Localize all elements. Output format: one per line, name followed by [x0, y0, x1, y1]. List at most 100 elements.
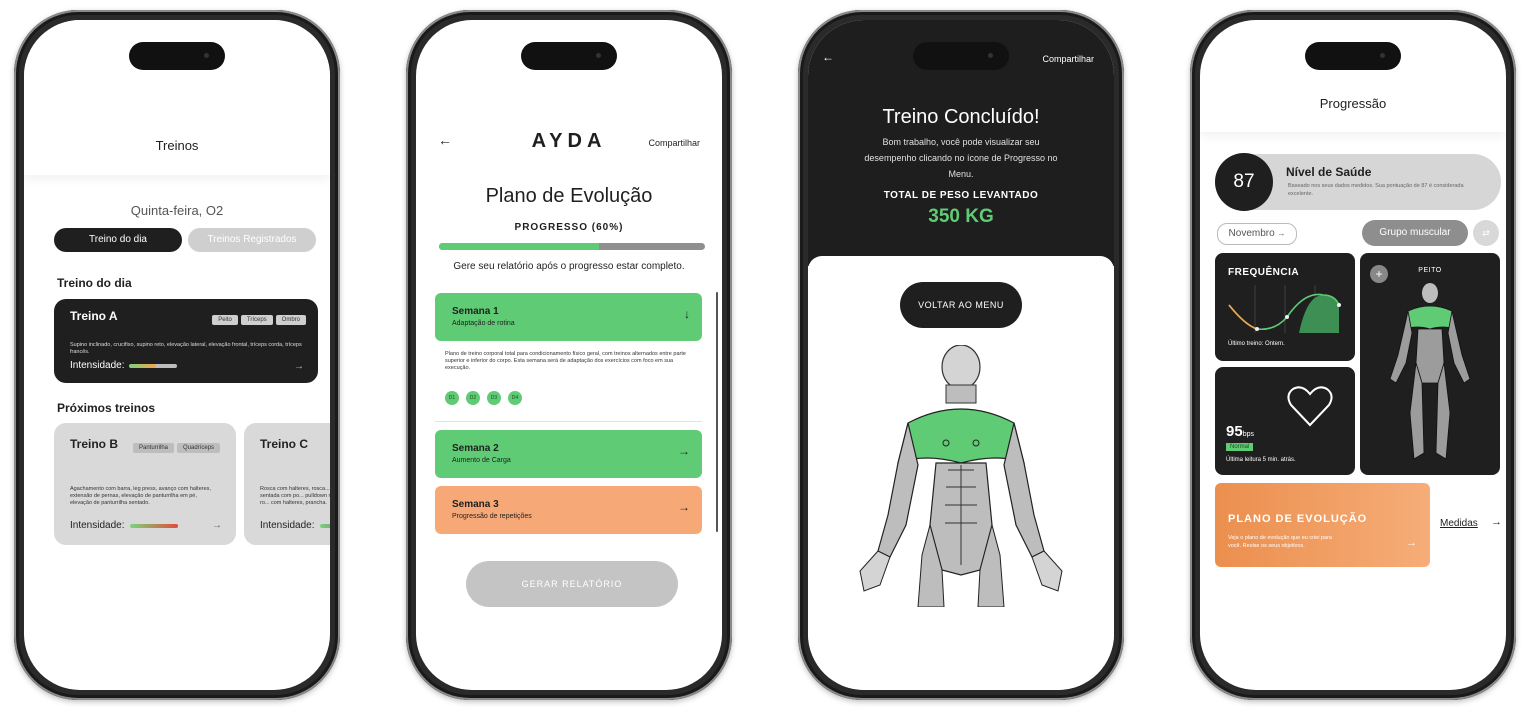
week-title: Semana 2	[452, 443, 499, 454]
mini-right-arm	[1447, 310, 1471, 384]
status-badge: Normal	[1226, 443, 1254, 451]
generate-report-button[interactable]: GERAR RELATÓRIO	[466, 561, 678, 607]
month-selector[interactable]: Novembro →	[1217, 223, 1297, 245]
week-2-card[interactable]: Semana 2 Aumento de Carga →	[435, 430, 702, 478]
tag: Ombro	[275, 315, 306, 325]
page-title: Progressão	[1319, 96, 1387, 111]
muscle-body-mini	[1389, 283, 1471, 460]
share-link[interactable]: Compartilhar	[1042, 54, 1094, 64]
week-subtitle: Aumento de Carga	[452, 457, 511, 464]
bpm-number: 95	[1226, 423, 1243, 440]
week-1-card[interactable]: Semana 1 Adaptação de rotina ↓	[435, 293, 702, 341]
frequency-area	[1299, 295, 1339, 333]
day-chip[interactable]: D1	[445, 391, 459, 405]
share-link[interactable]: Compartilhar	[648, 138, 700, 148]
muscle-group-button[interactable]: Grupo muscular	[1362, 220, 1468, 246]
tab-treino-do-dia[interactable]: Treino do dia	[54, 228, 182, 252]
last-reading: Última leitura 5 min. atrás.	[1226, 457, 1296, 463]
section-title-today: Treino do dia	[57, 276, 132, 290]
total-label: TOTAL DE PESO LEVANTADO	[883, 190, 1039, 201]
bpm-unit: bps	[1242, 431, 1254, 438]
arrow-right-icon: →	[212, 520, 222, 531]
scrollbar[interactable]	[716, 292, 718, 532]
dynamic-island	[521, 42, 617, 70]
phone-treinos: Treinos Quinta-feira, O2 Treino do dia T…	[14, 10, 340, 700]
progress-bar	[439, 243, 705, 250]
back-arrow-icon[interactable]: ←	[822, 50, 834, 64]
date-label: Quinta-feira, O2	[130, 203, 224, 218]
frequency-tile[interactable]: FREQUÊNCIA Último treino: Ontem.	[1215, 253, 1355, 361]
progress-hint: Gere seu relatório após o progresso esta…	[453, 261, 685, 272]
day-chip[interactable]: D3	[487, 391, 501, 405]
data-point	[1255, 327, 1259, 331]
workout-name: Treino A	[70, 309, 118, 323]
divider	[435, 421, 702, 422]
phone-progressao: Progressão 87 Nível de Saúde Baseado nos…	[1190, 10, 1516, 700]
chest-shoulders-highlight	[897, 408, 1025, 464]
data-point	[1285, 315, 1289, 319]
workout-card-c[interactable]: Treino C Rosca com halteres, rosca... re…	[244, 423, 330, 545]
workout-description: Supino inclinado, crucifixo, supino reto…	[70, 342, 302, 355]
health-score: 87	[1215, 153, 1273, 211]
arrow-right-icon: →	[1277, 229, 1286, 238]
intensity-label: Intensidade:	[260, 520, 315, 531]
body-neck	[945, 384, 977, 404]
week-3-card[interactable]: Semana 3 Progressão de repetições →	[435, 486, 702, 534]
mini-head	[1422, 283, 1438, 303]
day-chip[interactable]: D4	[508, 391, 522, 405]
progress-fill	[439, 243, 599, 250]
heart-rate-tile[interactable]: 95bps Normal Última leitura 5 min. atrás…	[1215, 367, 1355, 475]
workout-card-b[interactable]: Treino B Panturrilha Quadríceps Agachamen…	[54, 423, 236, 545]
back-to-menu-button[interactable]: VOLTAR AO MENU	[900, 282, 1022, 328]
arrow-right-icon: →	[678, 500, 690, 514]
workout-name: Treino C	[260, 437, 309, 451]
arrow-right-icon: →	[1491, 516, 1502, 528]
page-title: Plano de Evolução	[485, 185, 653, 207]
body-head	[941, 345, 981, 390]
tag: Peito	[212, 315, 238, 325]
page-title: Treinos	[155, 138, 199, 153]
arrow-right-icon: →	[294, 361, 304, 372]
day-chip[interactable]: D2	[466, 391, 480, 405]
workout-card-a[interactable]: Treino A Peito Tríceps Ombro Supino inclin…	[54, 299, 318, 383]
section-title-next: Próximos treinos	[57, 401, 156, 415]
bpm-value: 95bps	[1226, 423, 1254, 440]
health-description: Baseado nos seus dados medidos. Sua pont…	[1288, 183, 1464, 197]
month-label: Novembro	[1228, 228, 1275, 239]
frequency-line-start	[1228, 304, 1258, 330]
tag: Panturrilha	[133, 443, 175, 453]
last-workout: Último treino: Ontem.	[1228, 341, 1285, 347]
health-score-card[interactable]: 87 Nível de Saúde Baseado nos seus dados…	[1215, 153, 1501, 211]
tag-list: Panturrilha Quadríceps	[130, 436, 221, 454]
week-subtitle: Progressão de repetições	[452, 513, 532, 520]
tag: Quadríceps	[177, 443, 221, 453]
mini-chest-highlight	[1403, 305, 1457, 330]
left-arm	[877, 422, 919, 558]
tab-treinos-registrados[interactable]: Treinos Registrados	[188, 228, 316, 252]
intensity-bar	[320, 524, 330, 528]
screen-plano-evolucao: ← AYDA Compartilhar Plano de Evolução PR…	[416, 20, 722, 690]
muscle-body-illustration	[859, 345, 1063, 607]
workout-name: Treino B	[70, 437, 119, 451]
arrow-right-icon: →	[678, 444, 690, 458]
frequency-title: FREQUÊNCIA	[1228, 267, 1300, 278]
muscle-tile[interactable]: + PEITO	[1360, 253, 1500, 475]
workout-description: Agachamento com barra, leg press, avanço…	[70, 486, 211, 506]
evolution-plan-card[interactable]: PLANO DE EVOLUÇÃO Veja o plano de evoluç…	[1215, 483, 1430, 567]
tag-list: Peito Tríceps Ombro	[209, 308, 306, 326]
chevron-down-icon: ↓	[684, 307, 690, 321]
tag: Tríceps	[240, 315, 273, 325]
intensity-bar	[130, 524, 178, 528]
week-subtitle: Adaptação de rotina	[452, 320, 515, 327]
intensity-label: Intensidade:	[70, 520, 125, 531]
screen-treino-concluido: ← Compartilhar Treino Concluído! Bom tra…	[808, 20, 1114, 690]
dynamic-island	[913, 42, 1009, 70]
screen-treinos: Treinos Quinta-feira, O2 Treino do dia T…	[24, 20, 330, 690]
data-point	[1337, 303, 1341, 307]
phone-treino-concluido: ← Compartilhar Treino Concluído! Bom tra…	[798, 10, 1124, 700]
total-value: 350 KG	[928, 206, 994, 227]
measures-link[interactable]: Medidas	[1440, 518, 1478, 529]
week-title: Semana 1	[452, 306, 499, 317]
swap-icon[interactable]: ⇄	[1473, 220, 1499, 246]
workout-description: Rosca com halteres, rosca... remada sent…	[260, 486, 330, 506]
